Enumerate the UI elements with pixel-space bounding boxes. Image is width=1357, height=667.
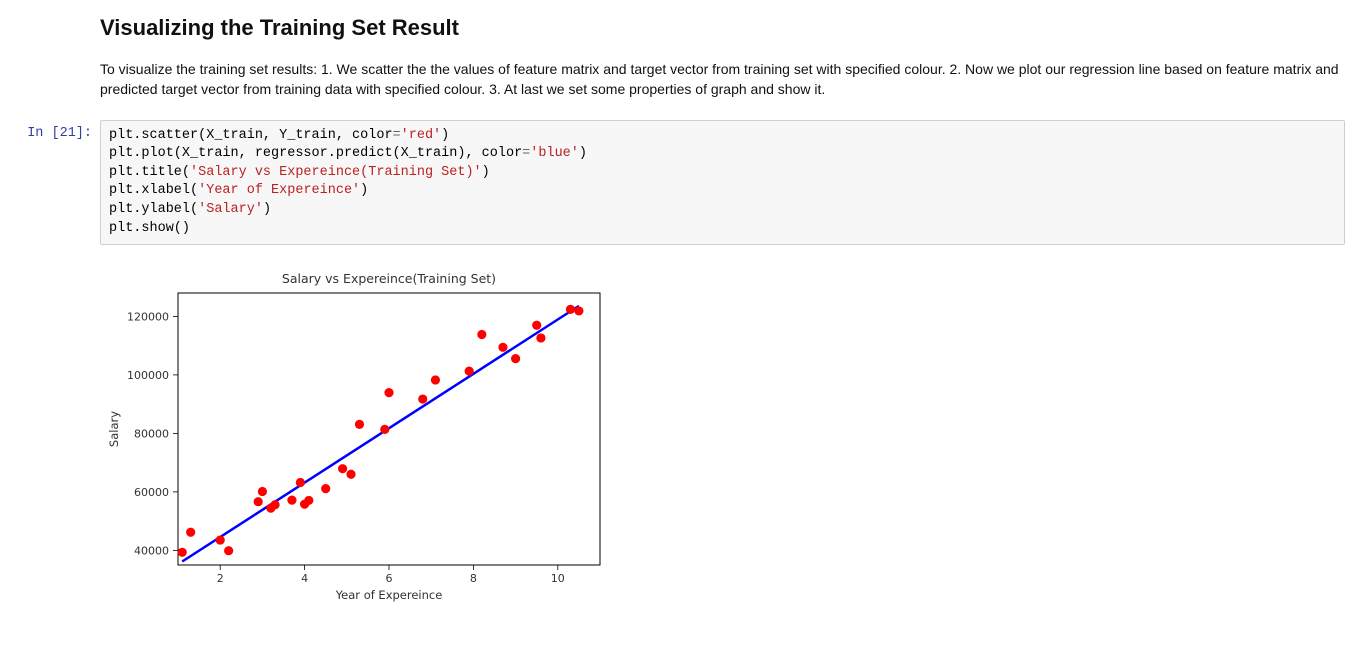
scatter-point: [498, 343, 507, 352]
x-tick-label: 6: [386, 572, 393, 585]
scatter-point: [178, 548, 187, 557]
scatter-point: [254, 497, 263, 506]
scatter-point: [431, 376, 440, 385]
scatter-point: [511, 354, 520, 363]
training-chart: Salary vs Expereince(Training Set) 2 4 6 8 10…: [100, 265, 610, 605]
scatter-point: [296, 478, 305, 487]
scatter-point: [346, 470, 355, 479]
scatter-point: [321, 484, 330, 493]
scatter-point: [287, 496, 296, 505]
x-axis-label: Year of Expereince: [335, 588, 443, 602]
code-cell-prompt: In [21]:: [0, 120, 100, 246]
scatter-point: [270, 500, 279, 509]
y-tick-label: 100000: [127, 369, 169, 382]
code-block[interactable]: plt.scatter(X_train, Y_train, color='red…: [100, 120, 1345, 246]
y-tick-label: 40000: [134, 545, 169, 558]
scatter-point: [380, 425, 389, 434]
output-cell: Salary vs Expereince(Training Set) 2 4 6 8 10…: [0, 250, 1357, 610]
y-axis-label: Salary: [107, 411, 121, 447]
markdown-paragraph: To visualize the training set results: 1…: [100, 59, 1345, 100]
scatter-point: [536, 334, 545, 343]
scatter-point: [418, 395, 427, 404]
scatter-point: [224, 546, 233, 555]
markdown-cell: Visualizing the Training Set Result To v…: [0, 0, 1357, 115]
markdown-prompt: [0, 5, 100, 110]
x-tick-label: 10: [551, 572, 565, 585]
code-cell-content: plt.scatter(X_train, Y_train, color='red…: [100, 120, 1357, 246]
x-tick-label: 2: [217, 572, 224, 585]
x-tick-label: 4: [301, 572, 308, 585]
markdown-content: Visualizing the Training Set Result To v…: [100, 5, 1357, 110]
scatter-point: [355, 420, 364, 429]
scatter-point: [216, 536, 225, 545]
scatter-point: [477, 330, 486, 339]
scatter-point: [338, 464, 347, 473]
chart-title: Salary vs Expereince(Training Set): [282, 271, 496, 286]
scatter-point: [384, 388, 393, 397]
scatter-point: [532, 321, 541, 330]
code-cell: In [21]: plt.scatter(X_train, Y_train, c…: [0, 115, 1357, 251]
y-tick-label: 80000: [134, 428, 169, 441]
markdown-heading: Visualizing the Training Set Result: [100, 15, 1345, 41]
regression-line: [182, 306, 579, 562]
scatter-point: [304, 496, 313, 505]
scatter-point: [186, 528, 195, 537]
x-tick-label: 8: [470, 572, 477, 585]
scatter-point: [574, 307, 583, 316]
chart-output: Salary vs Expereince(Training Set) 2 4 6 8 10…: [100, 255, 1357, 605]
y-tick-label: 60000: [134, 486, 169, 499]
scatter-point: [566, 305, 575, 314]
y-tick-label: 120000: [127, 311, 169, 324]
output-prompt: [0, 255, 100, 605]
scatter-point: [258, 487, 267, 496]
scatter-point: [465, 367, 474, 376]
